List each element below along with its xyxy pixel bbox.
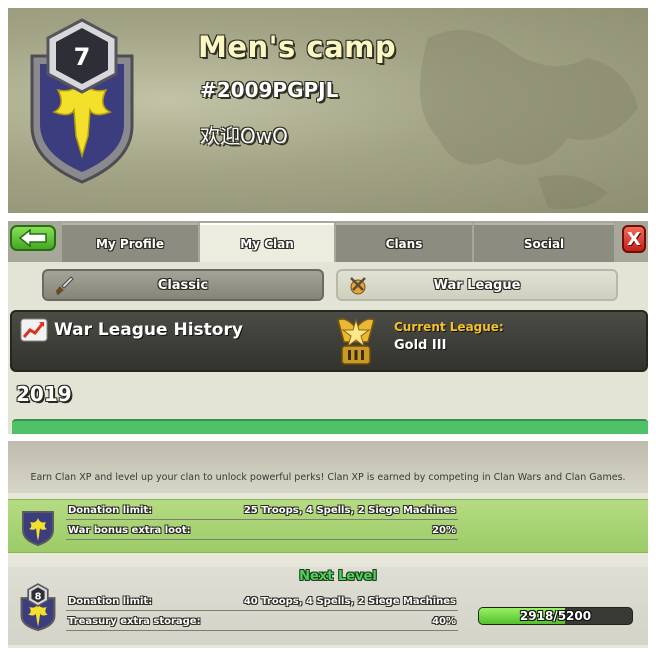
tab-bar: My Profile My Clan Clans Social X	[8, 221, 648, 262]
clan-badge-small-icon	[22, 511, 54, 546]
perk-value: 25 Troops, 4 Spells, 2 Siege Machines	[243, 505, 456, 516]
close-button[interactable]: X	[622, 225, 646, 253]
clan-level-number: 7	[74, 43, 91, 71]
clan-badge-next-level-icon: 8	[20, 583, 56, 631]
perk-value: 40%	[432, 616, 456, 627]
back-arrow-icon	[18, 229, 47, 247]
clan-description: 欢迎OwO	[200, 124, 288, 148]
war-league-history-title: War League History	[54, 320, 243, 340]
next-level-title: Next Level	[299, 569, 377, 584]
crossed-swords-icon	[350, 277, 366, 295]
tab-social[interactable]: Social	[474, 223, 614, 262]
perk-label: War bonus extra loot:	[68, 525, 191, 536]
clan-tag: #2009PGPJL	[200, 78, 339, 102]
season-year-heading: 2019	[16, 382, 72, 406]
tab-my-profile[interactable]: My Profile	[62, 223, 198, 262]
gold-league-emblem-icon	[337, 318, 375, 365]
clan-perks-panel: Earn Clan XP and level up your clan to u…	[8, 441, 648, 648]
clan-xp-progress-text: 2918/5200	[519, 609, 592, 623]
clan-badge-icon: 7	[30, 18, 134, 184]
current-league-label: Current League:	[394, 320, 504, 334]
current-level-perks: Donation limit: 25 Troops, 4 Spells, 2 S…	[8, 499, 648, 553]
next-level-perks: Next Level 8 Donation limit: 40 Troops, …	[8, 567, 648, 645]
world-map-background	[420, 30, 638, 209]
clan-tabs-panel: My Profile My Clan Clans Social X Classi…	[8, 221, 648, 434]
war-league-history-bar: War League History Current League: Gold …	[10, 310, 648, 372]
tab-clans[interactable]: Clans	[336, 223, 472, 262]
perk-row: Donation limit: 25 Troops, 4 Spells, 2 S…	[66, 504, 458, 520]
clan-header-panel: 7 Men's camp #2009PGPJL 欢迎OwO	[8, 8, 648, 213]
perk-row: Donation limit: 40 Troops, 4 Spells, 2 S…	[66, 595, 458, 611]
perk-label: Donation limit:	[68, 596, 153, 607]
perks-info-text: Earn Clan XP and level up your clan to u…	[30, 472, 626, 483]
clan-xp-progress-bar: 2918/5200	[478, 607, 633, 625]
current-league-value: Gold III	[394, 338, 447, 353]
perk-label: Donation limit:	[68, 505, 153, 516]
clan-name: Men's camp	[198, 30, 397, 64]
next-level-number: 8	[35, 591, 42, 602]
season-row-strip[interactable]	[12, 419, 648, 434]
perks-header: Earn Clan XP and level up your clan to u…	[8, 441, 648, 493]
back-button[interactable]	[10, 225, 56, 251]
tab-my-clan[interactable]: My Clan	[200, 223, 334, 262]
war-league-mode-label: War League	[433, 277, 521, 293]
perk-row: War bonus extra loot: 20%	[66, 524, 458, 540]
perk-row: Treasury extra storage: 40%	[66, 615, 458, 631]
perk-label: Treasury extra storage:	[68, 616, 201, 627]
war-league-mode-button[interactable]: War League	[336, 269, 618, 301]
classic-mode-label: Classic	[157, 277, 209, 293]
classic-mode-button[interactable]: Classic	[42, 269, 324, 301]
chart-trend-icon	[20, 318, 48, 342]
sword-icon	[55, 276, 74, 295]
perk-value: 40 Troops, 4 Spells, 2 Siege Machines	[243, 596, 456, 607]
perk-value: 20%	[432, 525, 456, 536]
